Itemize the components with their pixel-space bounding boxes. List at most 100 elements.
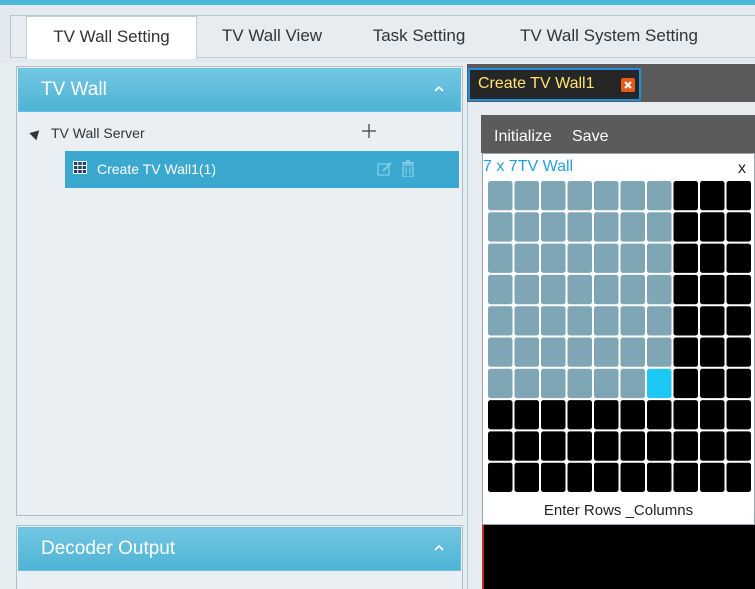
wall-grid-cell[interactable]: [487, 211, 514, 243]
wall-grid-cell[interactable]: [487, 367, 514, 400]
wall-grid-cell[interactable]: [487, 399, 514, 431]
wall-grid-cell[interactable]: [725, 461, 752, 493]
initialize-button[interactable]: Initialize: [494, 128, 552, 146]
wall-grid-cell[interactable]: [540, 399, 567, 431]
chevron-up-icon[interactable]: [432, 82, 446, 96]
wall-grid-cell[interactable]: [646, 180, 673, 212]
wall-grid-cell[interactable]: [646, 211, 673, 243]
wall-grid-cell[interactable]: [699, 367, 726, 400]
wall-grid-cell[interactable]: [619, 305, 646, 337]
wall-grid-cell[interactable]: [513, 430, 540, 462]
wall-grid-cell[interactable]: [699, 211, 726, 243]
wall-grid-cell[interactable]: [619, 211, 646, 243]
wall-grid-cell[interactable]: [566, 211, 593, 243]
wall-grid-cell[interactable]: [619, 367, 646, 400]
wall-grid-cell[interactable]: [593, 430, 620, 462]
wall-grid-cell[interactable]: [699, 461, 726, 493]
wall-grid-cell[interactable]: [672, 305, 699, 337]
wall-grid-cell[interactable]: [540, 430, 567, 462]
wall-grid-cell[interactable]: [646, 336, 673, 368]
wall-grid-cell[interactable]: [593, 180, 620, 212]
wall-grid-cell[interactable]: [566, 273, 593, 306]
wall-grid-cell[interactable]: [699, 273, 726, 306]
wall-grid-cell[interactable]: [646, 461, 673, 493]
wall-grid-cell[interactable]: [487, 430, 514, 462]
wall-grid-cell[interactable]: [513, 461, 540, 493]
tree-root-node[interactable]: TV Wall Server: [27, 123, 457, 147]
edit-icon[interactable]: [377, 161, 393, 177]
chevron-up-icon[interactable]: [432, 541, 446, 555]
wall-grid-cell[interactable]: [540, 180, 567, 212]
wall-grid-cell[interactable]: [540, 305, 567, 337]
wall-grid-cell[interactable]: [619, 430, 646, 462]
wall-grid-cell[interactable]: [487, 336, 514, 368]
wall-grid-cell[interactable]: [619, 399, 646, 431]
wall-grid-cell[interactable]: [699, 430, 726, 462]
tab-tv-wall-view[interactable]: TV Wall View: [200, 16, 344, 58]
wall-grid-cell[interactable]: [725, 367, 752, 400]
wall-grid-cell[interactable]: [725, 273, 752, 306]
wall-grid-cell[interactable]: [593, 399, 620, 431]
wall-grid-cell[interactable]: [646, 399, 673, 431]
wall-grid-cell[interactable]: [619, 242, 646, 274]
wall-grid-cell[interactable]: [513, 211, 540, 243]
wall-grid-cell[interactable]: [566, 399, 593, 431]
trash-icon[interactable]: [401, 160, 415, 177]
wall-grid-cell[interactable]: [619, 273, 646, 306]
wall-grid-cell[interactable]: [699, 180, 726, 212]
wall-grid-cell[interactable]: [513, 399, 540, 431]
wall-grid-cell[interactable]: [566, 242, 593, 274]
wall-grid-cell[interactable]: [672, 399, 699, 431]
wall-grid-cell[interactable]: [487, 305, 514, 337]
wall-grid-cell[interactable]: [593, 336, 620, 368]
save-button[interactable]: Save: [572, 128, 608, 146]
wall-grid-cell[interactable]: [513, 336, 540, 368]
wall-grid-cell[interactable]: [672, 211, 699, 243]
wall-grid-cell[interactable]: [593, 367, 620, 400]
wall-grid-cell[interactable]: [646, 367, 673, 400]
wall-canvas[interactable]: [482, 525, 755, 589]
wall-grid-cell[interactable]: [487, 180, 514, 212]
wall-grid-cell[interactable]: [619, 180, 646, 212]
wall-grid-cell[interactable]: [725, 211, 752, 243]
wall-grid-cell[interactable]: [593, 273, 620, 306]
wall-grid-cell[interactable]: [487, 461, 514, 493]
tv-wall-panel-header[interactable]: TV Wall: [18, 68, 461, 112]
wall-grid-cell[interactable]: [513, 180, 540, 212]
popup-close-button[interactable]: x: [738, 160, 746, 178]
wall-grid-cell[interactable]: [513, 273, 540, 306]
wall-grid-cell[interactable]: [672, 430, 699, 462]
expand-triangle-icon[interactable]: [29, 126, 43, 141]
wall-grid-cell[interactable]: [725, 180, 752, 212]
wall-grid-cell[interactable]: [593, 242, 620, 274]
wall-size-grid[interactable]: [487, 180, 752, 493]
wall-grid-cell[interactable]: [593, 305, 620, 337]
tab-tv-wall-system-setting[interactable]: TV Wall System Setting: [494, 16, 724, 58]
wall-grid-cell[interactable]: [487, 273, 514, 306]
wall-grid-cell[interactable]: [699, 242, 726, 274]
wall-grid-cell[interactable]: [619, 461, 646, 493]
wall-grid-cell[interactable]: [672, 273, 699, 306]
wall-grid-cell[interactable]: [699, 399, 726, 431]
tab-tv-wall-setting[interactable]: TV Wall Setting: [26, 16, 197, 59]
wall-grid-cell[interactable]: [566, 305, 593, 337]
tab-task-setting[interactable]: Task Setting: [354, 16, 484, 58]
wall-grid-cell[interactable]: [699, 305, 726, 337]
wall-grid-cell[interactable]: [725, 305, 752, 337]
wall-grid-cell[interactable]: [646, 242, 673, 274]
wall-grid-cell[interactable]: [540, 461, 567, 493]
wall-grid-cell[interactable]: [725, 336, 752, 368]
wall-grid-cell[interactable]: [672, 367, 699, 400]
wall-grid-cell[interactable]: [672, 180, 699, 212]
wall-grid-cell[interactable]: [593, 211, 620, 243]
wall-grid-cell[interactable]: [513, 305, 540, 337]
wall-grid-cell[interactable]: [566, 367, 593, 400]
wall-grid-cell[interactable]: [725, 430, 752, 462]
close-icon[interactable]: [621, 78, 635, 92]
wall-grid-cell[interactable]: [513, 367, 540, 400]
wall-grid-cell[interactable]: [672, 242, 699, 274]
wall-grid-cell[interactable]: [540, 242, 567, 274]
wall-grid-cell[interactable]: [566, 336, 593, 368]
wall-grid-cell[interactable]: [646, 430, 673, 462]
wall-grid-cell[interactable]: [646, 273, 673, 306]
